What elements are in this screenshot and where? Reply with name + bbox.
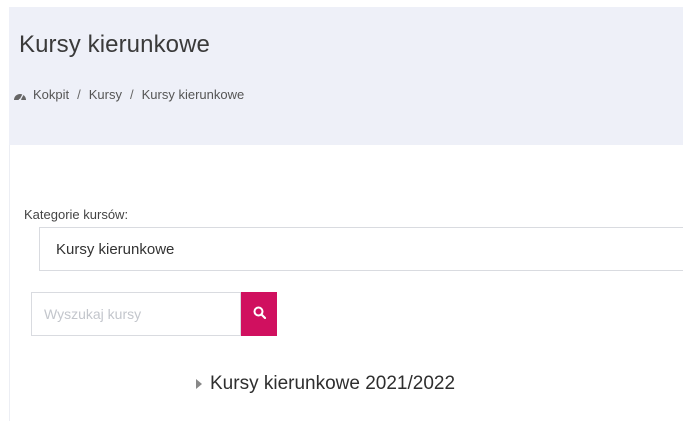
category-tree-item-label[interactable]: Kursy kierunkowe 2021/2022: [210, 373, 455, 395]
dashboard-icon: [13, 89, 27, 101]
page-title: Kursy kierunkowe: [19, 31, 211, 58]
category-label: Kategorie kursów:: [24, 207, 129, 222]
category-select[interactable]: Kursy kierunkowe: [39, 227, 683, 271]
page-header: Kursy kierunkowe Kokpit / Kursy / Kursy …: [9, 7, 683, 145]
category-tree-item[interactable]: Kursy kierunkowe 2021/2022: [196, 373, 455, 395]
breadcrumb-item-kokpit[interactable]: Kokpit: [33, 87, 69, 102]
search-button[interactable]: [241, 292, 277, 336]
page: Kursy kierunkowe Kokpit / Kursy / Kursy …: [0, 0, 683, 421]
search-input[interactable]: [31, 292, 241, 336]
caret-right-icon[interactable]: [196, 379, 202, 389]
breadcrumb: Kokpit / Kursy / Kursy kierunkowe: [13, 87, 244, 102]
breadcrumb-separator: /: [77, 87, 81, 102]
breadcrumb-separator: /: [130, 87, 134, 102]
search-icon: [253, 306, 266, 322]
breadcrumb-item-kursy[interactable]: Kursy: [89, 87, 122, 102]
breadcrumb-item-kursy-kierunkowe[interactable]: Kursy kierunkowe: [142, 87, 245, 102]
category-selected-value: Kursy kierunkowe: [56, 240, 175, 258]
